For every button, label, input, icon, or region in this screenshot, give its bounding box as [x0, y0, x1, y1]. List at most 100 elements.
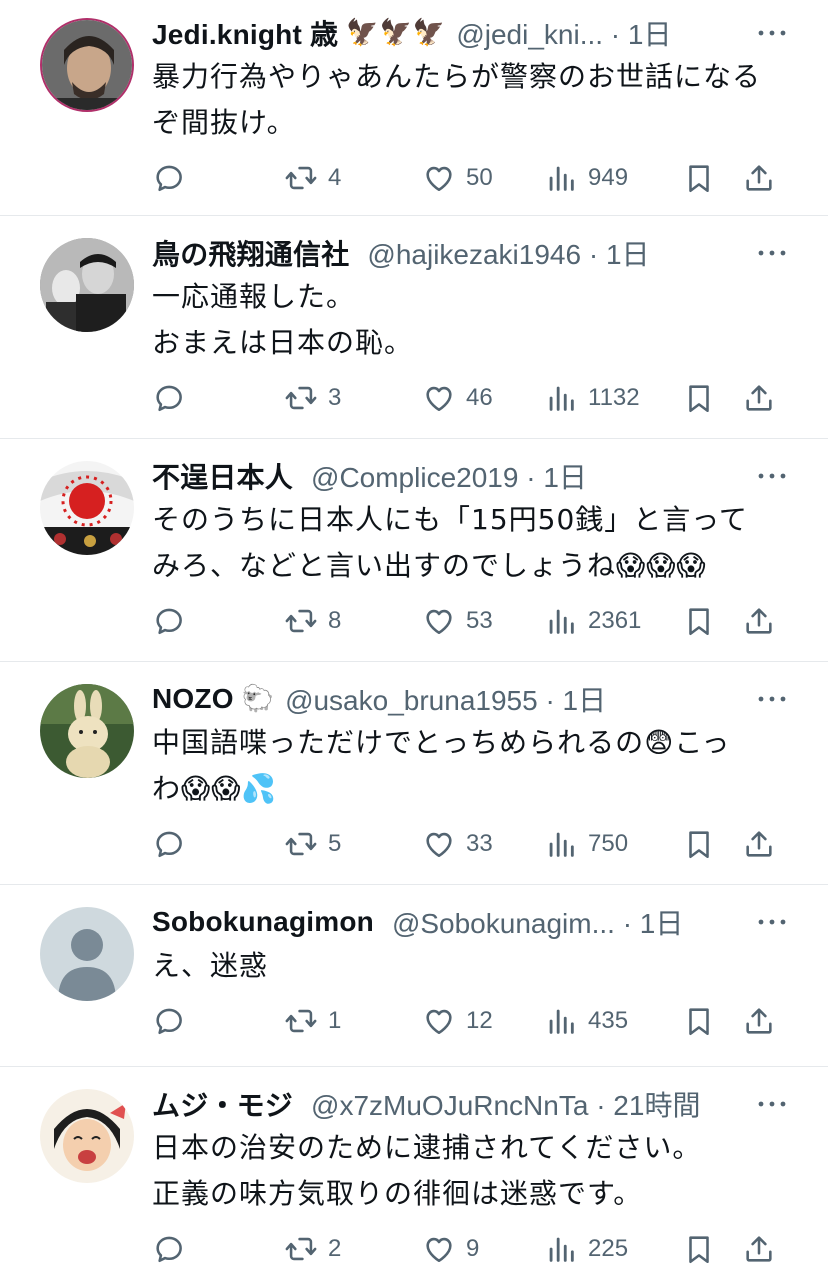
share-button[interactable]	[742, 161, 782, 195]
retweet-count: 8	[328, 607, 342, 634]
more-button[interactable]	[756, 684, 788, 714]
reply-icon	[156, 831, 182, 858]
share-button[interactable]	[742, 381, 782, 415]
like-count: 53	[466, 607, 493, 634]
avatar[interactable]	[40, 1089, 134, 1183]
like-count: 50	[466, 164, 493, 191]
avatar[interactable]	[40, 18, 134, 112]
more-button[interactable]	[756, 18, 788, 48]
views-button[interactable]: 750	[544, 827, 682, 861]
tweet[interactable]: ムジ・モジ @x7zMuOJuRncNnTa · 21時間 日本の治安のために逮…	[0, 1067, 828, 1279]
share-icon	[746, 831, 772, 857]
avatar[interactable]	[40, 684, 134, 778]
tweet-header: 不逞日本人 @Complice2019 · 1日	[152, 461, 788, 493]
share-icon	[746, 1008, 772, 1034]
tweet[interactable]: Sobokunagimon @Sobokunagim... · 1日 え、迷惑 …	[0, 885, 828, 1067]
like-button[interactable]: 33	[422, 827, 544, 861]
tweet-text: え、迷惑	[152, 949, 269, 982]
avatar-image	[40, 907, 134, 1001]
handle-and-time[interactable]: @hajikezaki1946 · 1日	[367, 233, 649, 273]
tweet-text: 日本の治安のために逮捕されてください。 正義の味方気取りの徘徊は迷惑です。	[152, 1131, 702, 1210]
name-badge: 🦅🦅🦅	[346, 18, 447, 48]
reply-button[interactable]	[152, 604, 284, 638]
view-count: 435	[588, 1007, 629, 1034]
tweet[interactable]: Jedi.knight 歳 🦅🦅🦅 @jedi_kni... · 1日 暴力行為…	[0, 0, 828, 216]
more-button[interactable]	[756, 907, 788, 937]
more-icon	[758, 30, 786, 36]
more-button[interactable]	[756, 238, 788, 268]
retweet-button[interactable]: 8	[284, 604, 422, 638]
display-name[interactable]: Sobokunagimon	[152, 906, 374, 938]
more-icon	[758, 250, 786, 256]
like-button[interactable]: 50	[422, 161, 544, 195]
share-button[interactable]	[742, 1004, 782, 1038]
avatar[interactable]	[40, 461, 134, 555]
like-button[interactable]: 9	[422, 1232, 544, 1266]
like-button[interactable]: 53	[422, 604, 544, 638]
more-button[interactable]	[756, 461, 788, 491]
share-button[interactable]	[742, 604, 782, 638]
retweet-button[interactable]: 2	[284, 1232, 422, 1266]
tweet[interactable]: 鳥の飛翔通信社 @hajikezaki1946 · 1日 一応通報した。 おまえ…	[0, 216, 828, 439]
handle-and-time[interactable]: @x7zMuOJuRncNnTa · 21時間	[311, 1084, 700, 1124]
avatar[interactable]	[40, 238, 134, 332]
retweet-count: 1	[328, 1007, 342, 1034]
heart-icon	[426, 1237, 452, 1263]
bookmark-button[interactable]	[682, 1232, 742, 1266]
tweet-text: そのうちに日本人にも「15円50銭」と言って みろ、などと言い出すのでしょうね😱…	[152, 503, 748, 582]
bookmark-button[interactable]	[682, 381, 742, 415]
bookmark-button[interactable]	[682, 604, 742, 638]
like-button[interactable]: 12	[422, 1004, 544, 1038]
more-icon	[758, 1101, 786, 1107]
share-button[interactable]	[742, 827, 782, 861]
like-button[interactable]: 46	[422, 381, 544, 415]
views-icon	[549, 832, 574, 857]
tweet[interactable]: NOZO 🐑 @usako_bruna1955 · 1日 中国語喋っただけでとっ…	[0, 662, 828, 885]
handle-and-time[interactable]: @jedi_kni... · 1日	[456, 13, 671, 53]
views-button[interactable]: 2361	[544, 604, 682, 638]
bookmark-button[interactable]	[682, 161, 742, 195]
reply-button[interactable]	[152, 381, 284, 415]
views-icon	[549, 1009, 574, 1034]
reply-icon	[156, 1008, 182, 1035]
tweet-text: 中国語喋っただけでとっちめられるの😨こっ わ😱😱💦	[152, 726, 731, 805]
retweet-button[interactable]: 1	[284, 1004, 422, 1038]
views-button[interactable]: 1132	[544, 381, 682, 415]
avatar-image	[40, 461, 134, 555]
tweet-body: Jedi.knight 歳 🦅🦅🦅 @jedi_kni... · 1日 暴力行為…	[152, 18, 788, 215]
tweet-header: Sobokunagimon @Sobokunagim... · 1日	[152, 906, 788, 939]
bookmark-button[interactable]	[682, 1004, 742, 1038]
display-name[interactable]: Jedi.knight 歳	[152, 13, 338, 53]
like-count: 46	[466, 384, 493, 411]
reply-button[interactable]	[152, 161, 284, 195]
views-button[interactable]: 435	[544, 1004, 682, 1038]
display-name[interactable]: ムジ・モジ	[152, 1084, 293, 1124]
retweet-button[interactable]: 5	[284, 827, 422, 861]
action-bar: 4 50 949	[152, 158, 788, 198]
views-button[interactable]: 949	[544, 161, 682, 195]
retweet-count: 5	[328, 830, 342, 857]
tweet-body: NOZO 🐑 @usako_bruna1955 · 1日 中国語喋っただけでとっ…	[152, 683, 788, 884]
display-name[interactable]: 不逞日本人	[152, 456, 293, 496]
tweet-header: NOZO 🐑 @usako_bruna1955 · 1日	[152, 683, 788, 716]
display-name[interactable]: 鳥の飛翔通信社	[152, 233, 349, 273]
handle-and-time[interactable]: @usako_bruna1955 · 1日	[285, 679, 606, 719]
handle-and-time[interactable]: @Complice2019 · 1日	[311, 456, 587, 496]
share-button[interactable]	[742, 1232, 782, 1266]
retweet-count: 4	[328, 164, 342, 191]
avatar[interactable]	[40, 907, 134, 1001]
reply-button[interactable]	[152, 1232, 284, 1266]
handle-and-time[interactable]: @Sobokunagim... · 1日	[392, 902, 683, 942]
action-bar: 2 9 225	[152, 1229, 788, 1269]
display-name[interactable]: NOZO	[152, 683, 234, 715]
retweet-button[interactable]: 4	[284, 161, 422, 195]
views-icon	[549, 386, 574, 411]
views-button[interactable]: 225	[544, 1232, 682, 1266]
view-count: 750	[588, 830, 629, 857]
retweet-button[interactable]: 3	[284, 381, 422, 415]
reply-button[interactable]	[152, 827, 284, 861]
tweet[interactable]: 不逞日本人 @Complice2019 · 1日 そのうちに日本人にも「15円5…	[0, 439, 828, 662]
more-button[interactable]	[756, 1089, 788, 1119]
bookmark-button[interactable]	[682, 827, 742, 861]
reply-button[interactable]	[152, 1004, 284, 1038]
